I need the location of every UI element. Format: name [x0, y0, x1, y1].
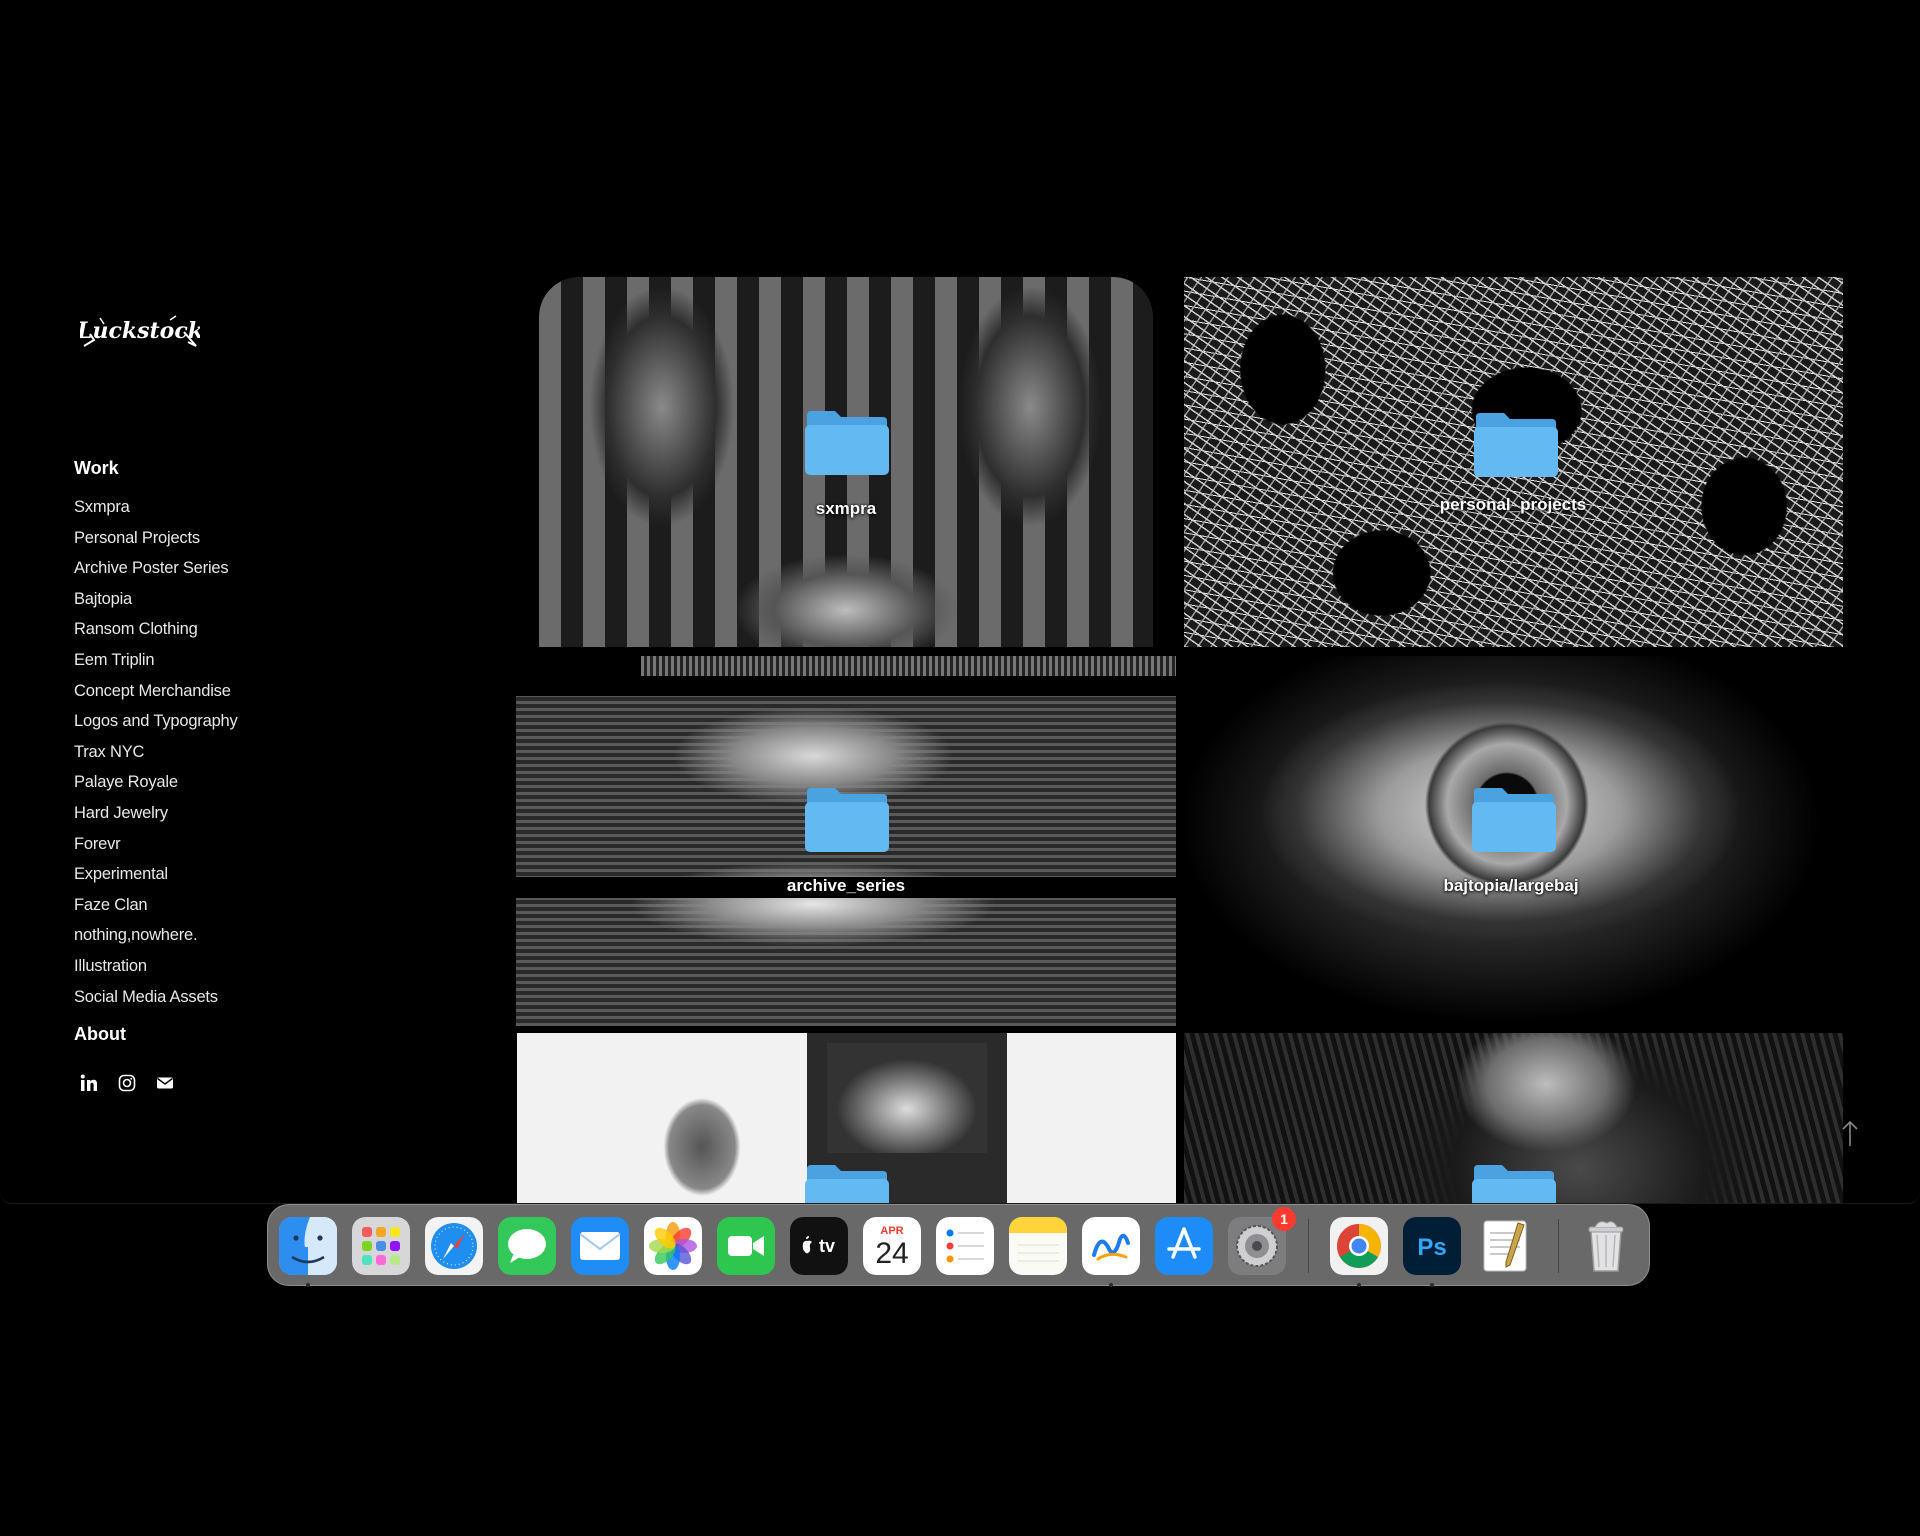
trash-icon[interactable] [1577, 1217, 1635, 1275]
project-tile-archive-series[interactable]: archive_series [516, 656, 1176, 1026]
notes-icon[interactable] [1009, 1217, 1067, 1275]
mail-app-icon[interactable] [571, 1217, 629, 1275]
freeform-icon[interactable] [1082, 1217, 1140, 1275]
portfolio-website: Luckstock Work Sxmpra Personal Projects Ar… [0, 0, 1920, 1204]
nav-item-personal-projects[interactable]: Personal Projects [74, 523, 374, 554]
launchpad-icon[interactable] [352, 1217, 410, 1275]
safari-icon[interactable] [425, 1217, 483, 1275]
svg-text:APR: APR [880, 1225, 903, 1237]
dock-separator [1558, 1219, 1559, 1273]
svg-text:Luckstock: Luckstock [80, 318, 200, 344]
nav-items: Sxmpra Personal Projects Archive Poster Se… [74, 492, 374, 1012]
nav-item-logos-and-typography[interactable]: Logos and Typography [74, 706, 374, 737]
photos-icon[interactable] [644, 1217, 702, 1275]
project-tile-5[interactable] [517, 1033, 1176, 1203]
running-indicator [1109, 1283, 1113, 1287]
apple-tv-icon[interactable]: tv [790, 1217, 848, 1275]
facetime-icon[interactable] [717, 1217, 775, 1275]
project-tile-6[interactable] [1184, 1033, 1843, 1203]
nav-item-forevr[interactable]: Forevr [74, 829, 374, 860]
svg-text:tv: tv [819, 1236, 835, 1256]
nav-item-hard-jewelry[interactable]: Hard Jewelry [74, 798, 374, 829]
folder-icon [803, 784, 891, 854]
chrome-icon[interactable] [1330, 1217, 1388, 1275]
project-tile-bajtopia[interactable]: bajtopia/largebaj [1184, 656, 1843, 1026]
svg-text:24: 24 [875, 1237, 908, 1270]
tile-label: bajtopia/largebaj [1443, 876, 1579, 895]
nav-item-social-media-assets[interactable]: Social Media Assets [74, 982, 374, 1013]
instagram-icon[interactable] [118, 1074, 136, 1092]
calendar-icon[interactable]: APR 24 [863, 1217, 921, 1275]
folder-icon [1472, 409, 1560, 479]
nav-item-archive-poster-series[interactable]: Archive Poster Series [74, 553, 374, 584]
nav-item-illustration[interactable]: Illustration [74, 951, 374, 982]
photoshop-icon[interactable]: Ps [1403, 1217, 1461, 1275]
nav-item-concept-merchandise[interactable]: Concept Merchandise [74, 676, 374, 707]
nav-item-faze-clan[interactable]: Faze Clan [74, 890, 374, 921]
running-indicator [1357, 1283, 1361, 1287]
scroll-to-top-arrow-icon[interactable] [1840, 1118, 1860, 1148]
folder-icon [1470, 1161, 1558, 1203]
project-tile-sxmpra[interactable]: sxmpra [539, 277, 1153, 647]
site-logo[interactable]: Luckstock [76, 306, 203, 354]
app-store-icon[interactable] [1155, 1217, 1213, 1275]
textedit-icon[interactable] [1476, 1217, 1534, 1275]
finder-icon[interactable] [279, 1217, 337, 1275]
nav-item-eem-triplin[interactable]: Eem Triplin [74, 645, 374, 676]
social-links [80, 1074, 174, 1092]
folder-icon [803, 407, 891, 477]
nav-item-bajtopia[interactable]: Bajtopia [74, 584, 374, 615]
dock-separator [1308, 1219, 1309, 1273]
tile-label: personal_projects [1439, 495, 1587, 514]
nav-item-sxmpra[interactable]: Sxmpra [74, 492, 374, 523]
nav-heading-about[interactable]: About [74, 1022, 374, 1046]
macos-dock: tv APR 24 1 Ps [267, 1204, 1650, 1287]
nav-item-ransom-clothing[interactable]: Ransom Clothing [74, 614, 374, 645]
nav-heading-work[interactable]: Work [74, 456, 374, 480]
nav-item-palaye-royale[interactable]: Palaye Royale [74, 767, 374, 798]
linkedin-icon[interactable] [80, 1074, 98, 1092]
running-indicator [1430, 1283, 1434, 1287]
svg-text:Ps: Ps [1417, 1234, 1446, 1261]
folder-icon [1470, 784, 1558, 854]
notification-badge: 1 [1272, 1207, 1296, 1231]
reminders-icon[interactable] [936, 1217, 994, 1275]
project-tile-personal-projects[interactable]: personal_projects [1184, 277, 1843, 647]
sidebar-nav: Work Sxmpra Personal Projects Archive Post… [74, 456, 374, 1046]
nav-item-nothing-nowhere[interactable]: nothing,nowhere. [74, 920, 374, 951]
messages-icon[interactable] [498, 1217, 556, 1275]
running-indicator [306, 1283, 310, 1287]
tile-label: archive_series [786, 876, 906, 895]
nav-item-experimental[interactable]: Experimental [74, 859, 374, 890]
folder-icon [803, 1161, 891, 1203]
tile-artwork-strip [641, 656, 1176, 676]
mail-icon[interactable] [156, 1074, 174, 1092]
nav-item-trax-nyc[interactable]: Trax NYC [74, 737, 374, 768]
tile-label: sxmpra [815, 499, 877, 518]
